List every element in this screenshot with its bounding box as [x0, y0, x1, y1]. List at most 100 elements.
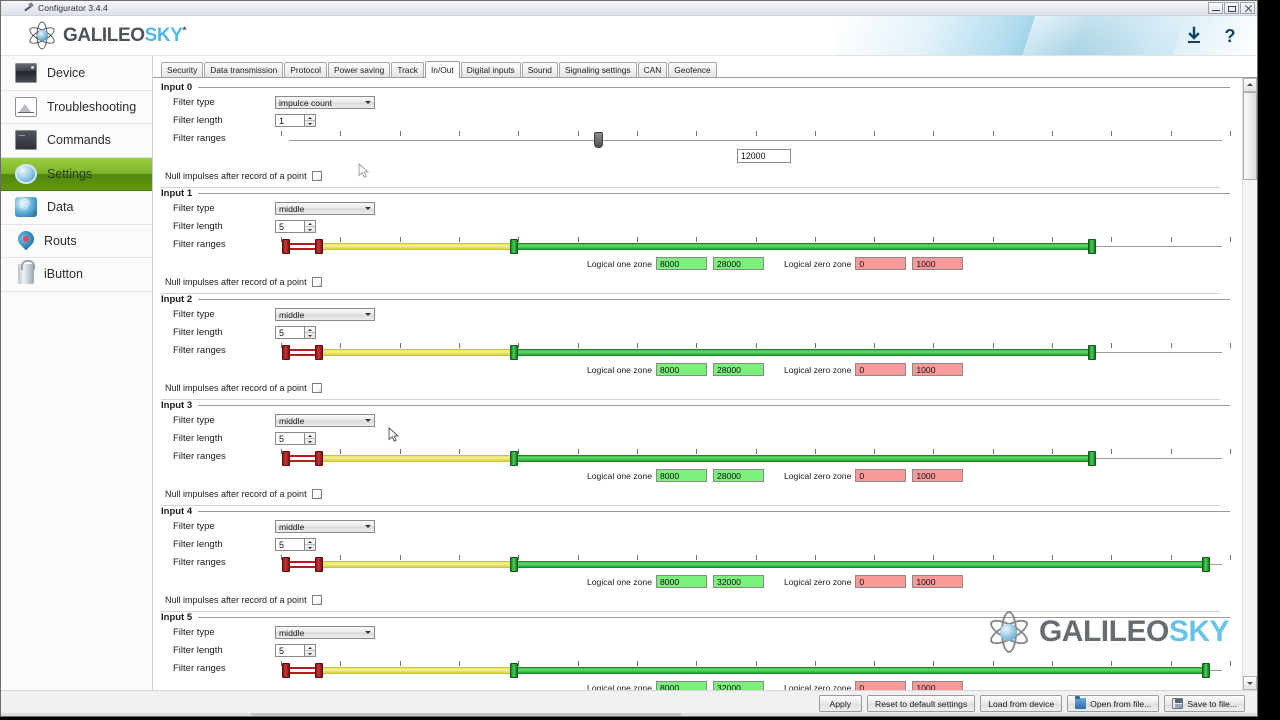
logical-zero-min-input[interactable]: 0	[855, 363, 907, 376]
vertical-scrollbar[interactable]	[1242, 78, 1257, 690]
filter-ranges-slider[interactable]	[281, 342, 1231, 360]
logical-one-min-input[interactable]: 8000	[655, 363, 707, 376]
tab-data-transmission[interactable]: Data transmission	[204, 62, 284, 77]
one-zone-max-handle[interactable]	[1088, 239, 1097, 254]
close-button[interactable]	[1240, 2, 1255, 14]
stepper-buttons[interactable]	[305, 538, 316, 551]
zero-zone-max-handle[interactable]	[314, 663, 323, 678]
logical-one-min-input[interactable]: 8000	[655, 575, 707, 588]
null-impulses-checkbox[interactable]	[311, 170, 322, 181]
maximize-button[interactable]	[1224, 2, 1239, 14]
sidebar-item-device[interactable]: Device	[1, 57, 152, 91]
logical-one-max-input[interactable]: 28000	[712, 469, 764, 482]
scroll-track[interactable]	[1243, 92, 1257, 676]
stepper-down-icon[interactable]	[305, 545, 315, 550]
filter-length-input[interactable]: 5	[275, 220, 305, 233]
logical-one-min-input[interactable]: 8000	[655, 257, 707, 270]
one-zone-max-handle[interactable]	[1202, 557, 1211, 572]
tab-security[interactable]: Security	[161, 62, 204, 77]
filter-type-select[interactable]: middle	[275, 308, 375, 321]
apply-button[interactable]: Apply	[818, 695, 863, 712]
logical-one-max-input[interactable]: 28000	[712, 257, 764, 270]
logical-one-min-input[interactable]: 8000	[655, 681, 707, 690]
null-impulses-checkbox[interactable]	[311, 594, 322, 605]
null-impulses-checkbox[interactable]	[311, 382, 322, 393]
stepper-down-icon[interactable]	[305, 121, 315, 126]
tab-power-saving[interactable]: Power saving	[328, 62, 391, 77]
one-zone-min-handle[interactable]	[509, 345, 518, 360]
logical-zero-min-input[interactable]: 0	[855, 681, 907, 690]
logical-one-max-input[interactable]: 32000	[712, 681, 764, 690]
filter-length-input[interactable]: 5	[275, 538, 305, 551]
filter-type-select[interactable]: middle	[275, 202, 375, 215]
zero-zone-max-handle[interactable]	[314, 239, 323, 254]
filter-ranges-slider[interactable]	[281, 554, 1231, 572]
logical-one-min-input[interactable]: 8000	[655, 469, 707, 482]
filter-length-input[interactable]: 5	[275, 326, 305, 339]
sidebar-item-routs[interactable]: Routs	[1, 225, 152, 258]
stepper-down-icon[interactable]	[305, 651, 315, 656]
zero-zone-min-handle[interactable]	[281, 345, 290, 360]
sidebar-item-troubleshooting[interactable]: Troubleshooting	[1, 91, 152, 124]
load-from-device-button[interactable]: Load from device	[980, 695, 1063, 712]
filter-ranges-slider[interactable]	[281, 448, 1231, 466]
minimize-button[interactable]	[1208, 2, 1223, 14]
filter-length-stepper[interactable]: 1	[275, 114, 316, 127]
sidebar-item-commands[interactable]: Commands	[1, 124, 152, 158]
tab-digital-inputs[interactable]: Digital inputs	[460, 62, 521, 77]
zero-zone-min-handle[interactable]	[281, 239, 290, 254]
stepper-buttons[interactable]	[305, 114, 316, 127]
tab-track[interactable]: Track	[391, 62, 424, 77]
zero-zone-max-handle[interactable]	[314, 557, 323, 572]
one-zone-max-handle[interactable]	[1088, 345, 1097, 360]
null-impulses-checkbox[interactable]	[311, 488, 322, 499]
filter-length-stepper[interactable]: 5	[275, 220, 316, 233]
sidebar-item-data[interactable]: Data	[1, 191, 152, 225]
logical-zero-max-input[interactable]: 1000	[912, 469, 964, 482]
logical-one-max-input[interactable]: 32000	[712, 575, 764, 588]
one-zone-min-handle[interactable]	[509, 557, 518, 572]
filter-type-select[interactable]: middle	[275, 414, 375, 427]
filter-length-stepper[interactable]: 5	[275, 538, 316, 551]
one-zone-min-handle[interactable]	[509, 663, 518, 678]
stepper-buttons[interactable]	[305, 326, 316, 339]
help-icon[interactable]: ?	[1219, 25, 1241, 47]
scroll-up-arrow-icon[interactable]	[1243, 78, 1257, 92]
filter-length-input[interactable]: 5	[275, 432, 305, 445]
filter-type-select[interactable]: middle	[275, 520, 375, 533]
open-from-file-button[interactable]: Open from file...	[1067, 695, 1160, 712]
stepper-buttons[interactable]	[305, 432, 316, 445]
filter-type-select[interactable]: impulce count	[275, 96, 375, 109]
slider-track[interactable]	[289, 140, 1222, 141]
stepper-down-icon[interactable]	[305, 333, 315, 338]
one-zone-max-handle[interactable]	[1088, 451, 1097, 466]
filter-ranges-slider[interactable]	[281, 236, 1231, 254]
tab-signaling-settings[interactable]: Signaling settings	[558, 62, 637, 77]
tab-in-out[interactable]: In/Out	[424, 61, 460, 78]
one-zone-min-handle[interactable]	[509, 239, 518, 254]
stepper-down-icon[interactable]	[305, 227, 315, 232]
tab-can[interactable]: CAN	[637, 62, 668, 77]
logical-zero-max-input[interactable]: 1000	[912, 257, 964, 270]
filter-length-stepper[interactable]: 5	[275, 432, 316, 445]
filter-length-stepper[interactable]: 5	[275, 644, 316, 657]
scroll-thumb[interactable]	[1243, 92, 1257, 180]
zero-zone-min-handle[interactable]	[281, 557, 290, 572]
zero-zone-max-handle[interactable]	[314, 451, 323, 466]
null-impulses-checkbox[interactable]	[311, 276, 322, 287]
reset-defaults-button[interactable]: Reset to default settings	[867, 695, 976, 712]
save-to-file-button[interactable]: Save to file...	[1164, 695, 1245, 712]
filter-length-stepper[interactable]: 5	[275, 326, 316, 339]
slider-handle[interactable]	[594, 132, 604, 148]
logical-zero-max-input[interactable]: 1000	[912, 363, 964, 376]
impulse-count-input[interactable]: 12000	[737, 149, 791, 163]
logical-zero-min-input[interactable]: 0	[855, 257, 907, 270]
one-zone-max-handle[interactable]	[1202, 663, 1211, 678]
logical-zero-max-input[interactable]: 1000	[912, 575, 964, 588]
filter-length-input[interactable]: 5	[275, 644, 305, 657]
logical-one-max-input[interactable]: 28000	[712, 363, 764, 376]
zero-zone-max-handle[interactable]	[314, 345, 323, 360]
logical-zero-min-input[interactable]: 0	[855, 469, 907, 482]
tab-sound[interactable]: Sound	[521, 62, 558, 77]
tab-protocol[interactable]: Protocol	[284, 62, 328, 77]
